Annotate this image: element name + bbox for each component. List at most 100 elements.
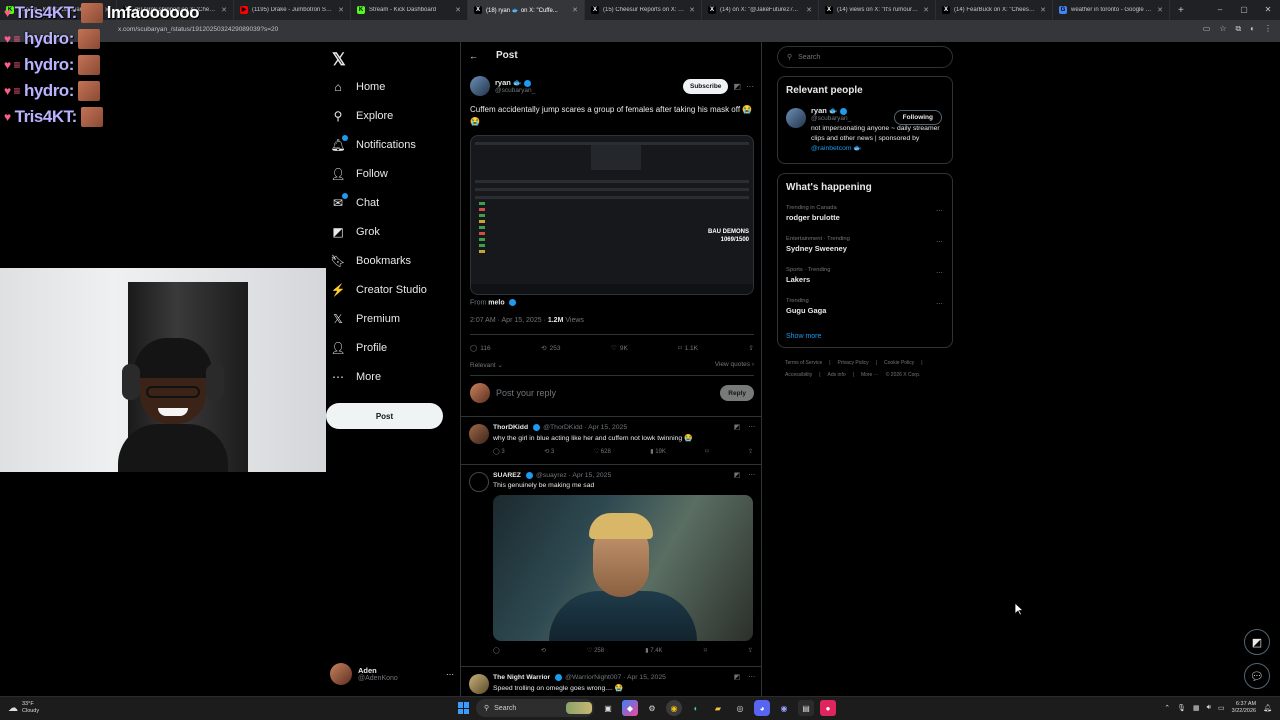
close-tab-icon[interactable]: ✕	[1040, 6, 1046, 14]
relevant-person[interactable]: ryan 🐟 @scubaryan_ not impersonating any…	[778, 96, 952, 162]
like-action[interactable]: ♡ 258	[587, 647, 604, 654]
grok-icon[interactable]: ◩	[734, 423, 740, 431]
nav-item-grok[interactable]: ◩ Grok	[330, 217, 427, 246]
trend-item[interactable]: Entertainment · Trending Sydney Sweeney ⋯	[778, 232, 952, 263]
microphone-icon[interactable]: 🎙︎	[1177, 704, 1186, 712]
more-icon[interactable]: ⋯	[746, 82, 754, 91]
repost-action[interactable]: ⟲	[541, 647, 546, 654]
bookmark-action[interactable]: ⌑ 1.1K	[678, 344, 698, 353]
more-icon[interactable]: ⋯	[748, 471, 755, 479]
subscribe-button[interactable]: Subscribe	[683, 78, 729, 94]
install-icon[interactable]: ▭	[1203, 24, 1211, 34]
menu-icon[interactable]: ⋮	[1264, 24, 1272, 34]
star-icon[interactable]: ☆	[1219, 24, 1226, 34]
close-tab-icon[interactable]: ✕	[806, 6, 812, 14]
windows-start-icon[interactable]	[458, 702, 470, 714]
nav-item-premium[interactable]: 𝕏 Premium	[330, 304, 427, 333]
close-tab-icon[interactable]: ✕	[1157, 6, 1163, 14]
trend-item[interactable]: Trending in Canada rodger brulotte ⋯	[778, 201, 952, 232]
more-icon[interactable]: ⋯	[936, 300, 943, 308]
search-input[interactable]: ⚲ Search	[777, 46, 953, 68]
following-button[interactable]: Following	[893, 110, 942, 125]
notifications-icon[interactable]: 🔔︎	[1263, 704, 1272, 712]
reply-handle-date[interactable]: @ThorDKidd · Apr 15, 2025	[543, 424, 627, 431]
chrome-icon[interactable]: ◉	[666, 700, 682, 716]
footer-link[interactable]: Ads info	[828, 369, 846, 381]
close-tab-icon[interactable]: ✕	[572, 6, 578, 14]
like-action[interactable]: ♡ 9K	[611, 344, 628, 353]
copilot-icon[interactable]: ◆	[622, 700, 638, 716]
avatar[interactable]	[469, 424, 489, 444]
repost-action[interactable]: ⟲ 253	[541, 344, 560, 353]
browser-tab[interactable]: X (14) on X: "@JakeFuture27... ✕	[702, 0, 819, 20]
avatar[interactable]	[786, 108, 806, 128]
share-icon[interactable]: ⇪	[748, 448, 753, 455]
recorder-icon[interactable]: ●	[820, 700, 836, 716]
reply-item[interactable]: ThorDKidd @ThorDKidd · Apr 15, 2025 ◩ ⋯ w…	[461, 416, 761, 464]
discord-icon[interactable]: ◕	[754, 700, 770, 716]
trend-item[interactable]: Trending Gugu Gaga ⋯	[778, 294, 952, 325]
footer-link[interactable]: © 2026 X Corp.	[886, 369, 921, 381]
grok-float-button[interactable]: ◩	[1244, 629, 1270, 655]
clock[interactable]: 6:37 AM 3/22/2026	[1232, 701, 1256, 715]
close-tab-icon[interactable]: ✕	[689, 6, 695, 14]
extensions-icon[interactable]: ⧉	[1235, 24, 1241, 34]
author-name[interactable]: ryan 🐟	[495, 78, 535, 87]
reply-item[interactable]: SUAREZ @suayrez · Apr 15, 2025 ◩ ⋯ This g…	[461, 464, 761, 666]
browser-tab[interactable]: X (14) FearBuck on X: "Cheesur... ✕	[936, 0, 1053, 20]
nav-item-follow[interactable]: 👤︎ Follow	[330, 159, 427, 188]
app-icon[interactable]: ◉	[776, 700, 792, 716]
trend-item[interactable]: Sports · Trending Lakers ⋯	[778, 263, 952, 294]
account-switcher[interactable]: Aden @AdenKono ⋯	[330, 660, 454, 688]
views-action[interactable]: ▮ 7.4K	[645, 647, 662, 654]
nav-item-bookmarks[interactable]: 🔖︎ Bookmarks	[330, 246, 427, 275]
browser-tab[interactable]: X (14) views on X: "It's rumoured... ✕	[819, 0, 936, 20]
footer-link[interactable]: Cookie Policy	[884, 357, 914, 369]
share-icon[interactable]: ⇪	[748, 647, 753, 654]
views-action[interactable]: ▮ 19K	[650, 448, 666, 455]
terminal-icon[interactable]: ▤	[798, 700, 814, 716]
bookmark-icon[interactable]: ⌑	[704, 647, 707, 654]
volume-icon[interactable]: 🔊︎	[1207, 704, 1211, 712]
reply-button[interactable]: Reply	[720, 385, 754, 402]
close-tab-icon[interactable]: ✕	[923, 6, 929, 14]
nav-item-notifications[interactable]: 🔔︎ Notifications	[330, 130, 427, 159]
nav-item-creator-studio[interactable]: ⚡ Creator Studio	[330, 275, 427, 304]
browser-tab[interactable]: X (18) ryan 🐟 on X: "Cuffe... ✕	[468, 0, 585, 20]
task-view-icon[interactable]: ▣	[600, 700, 616, 716]
settings-icon[interactable]: ⚙	[644, 700, 660, 716]
browser-tab[interactable]: Gweather in toronto - Google S... ✕	[1053, 0, 1170, 20]
more-icon[interactable]: ⋯	[748, 423, 755, 431]
back-arrow-icon[interactable]: ←	[469, 51, 478, 61]
more-icon[interactable]: ⋯	[936, 238, 943, 246]
repost-action[interactable]: ⟲ 3	[544, 448, 554, 455]
reply-action[interactable]: ◯	[493, 647, 500, 654]
grok-icon[interactable]: ◩	[734, 471, 740, 479]
avatar[interactable]	[469, 674, 489, 694]
reply-action[interactable]: ◯ 3	[493, 448, 505, 455]
bio-link[interactable]: @rainbetcom	[811, 145, 852, 152]
nav-item-chat[interactable]: ✉ Chat	[330, 188, 427, 217]
sort-dropdown[interactable]: Relevant ⌄	[470, 361, 503, 375]
edge-icon[interactable]: ◐	[688, 700, 704, 716]
nav-item-profile[interactable]: 👤︎ Profile	[330, 333, 427, 362]
footer-link[interactable]: More ···	[861, 369, 879, 381]
share-action[interactable]: ⇪	[749, 344, 754, 352]
x-logo[interactable]: 𝕏	[332, 50, 346, 70]
more-icon[interactable]: ⋯	[748, 673, 755, 681]
post-video[interactable]: BAU DEMONS 1069/1500	[470, 135, 754, 295]
file-explorer-icon[interactable]: ▰	[710, 700, 726, 716]
post-button[interactable]: Post	[326, 403, 443, 429]
reply-action[interactable]: ◯ 116	[470, 344, 491, 353]
weather-widget[interactable]: ☁ 33°F Cloudy	[8, 701, 39, 715]
author-handle[interactable]: @scubaryan_	[495, 87, 535, 94]
footer-link[interactable]: Terms of Service	[785, 357, 822, 369]
close-window-button[interactable]: ✕	[1256, 0, 1280, 20]
browser-tab[interactable]: ▶ (1195) Drake - Jumbotron Sh... ✕	[234, 0, 351, 20]
obs-icon[interactable]: ◎	[732, 700, 748, 716]
minimize-button[interactable]: –	[1208, 0, 1232, 20]
more-icon[interactable]: ⋯	[936, 269, 943, 277]
new-tab-button[interactable]: +	[1170, 5, 1192, 16]
close-tab-icon[interactable]: ✕	[455, 6, 461, 14]
like-action[interactable]: ♡ 628	[594, 448, 611, 455]
